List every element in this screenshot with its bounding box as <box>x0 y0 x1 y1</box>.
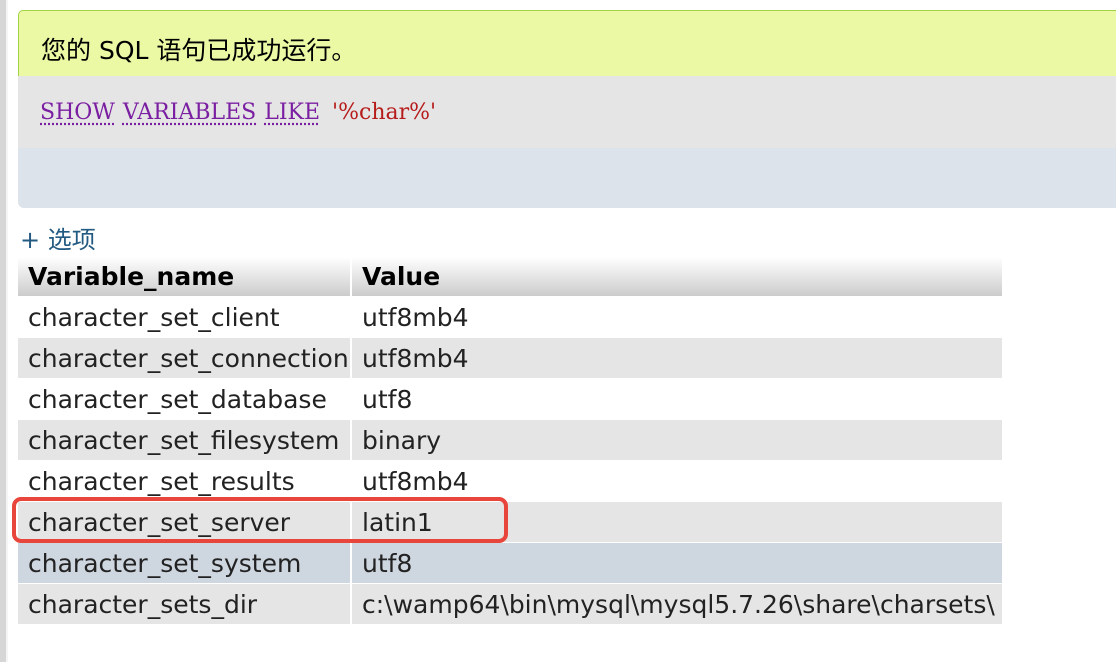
value-cell: latin1 <box>350 501 1002 543</box>
value-cell: utf8mb4 <box>350 460 1002 502</box>
sql-query-box: SHOW VARIABLES LIKE '%char%' <box>18 76 1116 148</box>
success-message-box: 您的 SQL 语句已成功运行。 <box>18 10 1116 76</box>
sql-query: SHOW VARIABLES LIKE '%char%' <box>40 98 436 128</box>
table-row[interactable]: character_sets_dir c:\wamp64\bin\mysql\m… <box>18 583 1002 624</box>
sql-keyword-show[interactable]: SHOW <box>40 100 115 125</box>
variable-name-cell: character_set_client <box>18 296 351 338</box>
table-row[interactable]: character_set_database utf8 <box>18 378 1002 420</box>
value-cell: binary <box>350 419 1002 461</box>
panel-divider[interactable] <box>6 0 8 662</box>
table-row[interactable]: character_set_connection utf8mb4 <box>18 337 1002 379</box>
variable-name-cell: character_set_filesystem <box>18 419 351 461</box>
query-tools-bar <box>18 148 1116 208</box>
value-cell: utf8mb4 <box>350 296 1002 338</box>
variable-name-cell: character_set_results <box>18 460 351 502</box>
options-toggle-link[interactable]: + 选项 <box>20 224 96 256</box>
value-cell: utf8mb4 <box>350 337 1002 379</box>
variable-name-cell: character_set_server <box>18 501 351 543</box>
variable-name-cell: character_set_database <box>18 378 351 420</box>
table-row[interactable]: character_set_filesystem binary <box>18 419 1002 461</box>
table-row-hovered[interactable]: character_set_system utf8 <box>18 542 1002 584</box>
variable-name-cell: character_set_system <box>18 542 351 584</box>
table-row[interactable]: character_set_results utf8mb4 <box>18 460 1002 502</box>
column-header-value[interactable]: Value <box>350 257 1002 297</box>
variable-name-cell: character_sets_dir <box>18 583 351 624</box>
sql-string-pattern: '%char%' <box>332 100 437 125</box>
sql-keyword-variables[interactable]: VARIABLES <box>123 100 256 125</box>
table-header-row: Variable_name Value <box>18 257 1002 297</box>
table-row[interactable]: character_set_client utf8mb4 <box>18 296 1002 338</box>
results-table: Variable_name Value character_set_client… <box>18 257 1002 624</box>
table-row-highlighted[interactable]: character_set_server latin1 <box>18 501 1002 543</box>
variable-name-cell: character_set_connection <box>18 337 351 379</box>
success-message: 您的 SQL 语句已成功运行。 <box>41 36 357 65</box>
column-header-variable-name[interactable]: Variable_name <box>18 257 351 297</box>
value-cell: utf8 <box>350 542 1002 584</box>
value-cell: c:\wamp64\bin\mysql\mysql5.7.26\share\ch… <box>350 583 1002 624</box>
value-cell: utf8 <box>350 378 1002 420</box>
sql-keyword-like[interactable]: LIKE <box>264 100 320 125</box>
